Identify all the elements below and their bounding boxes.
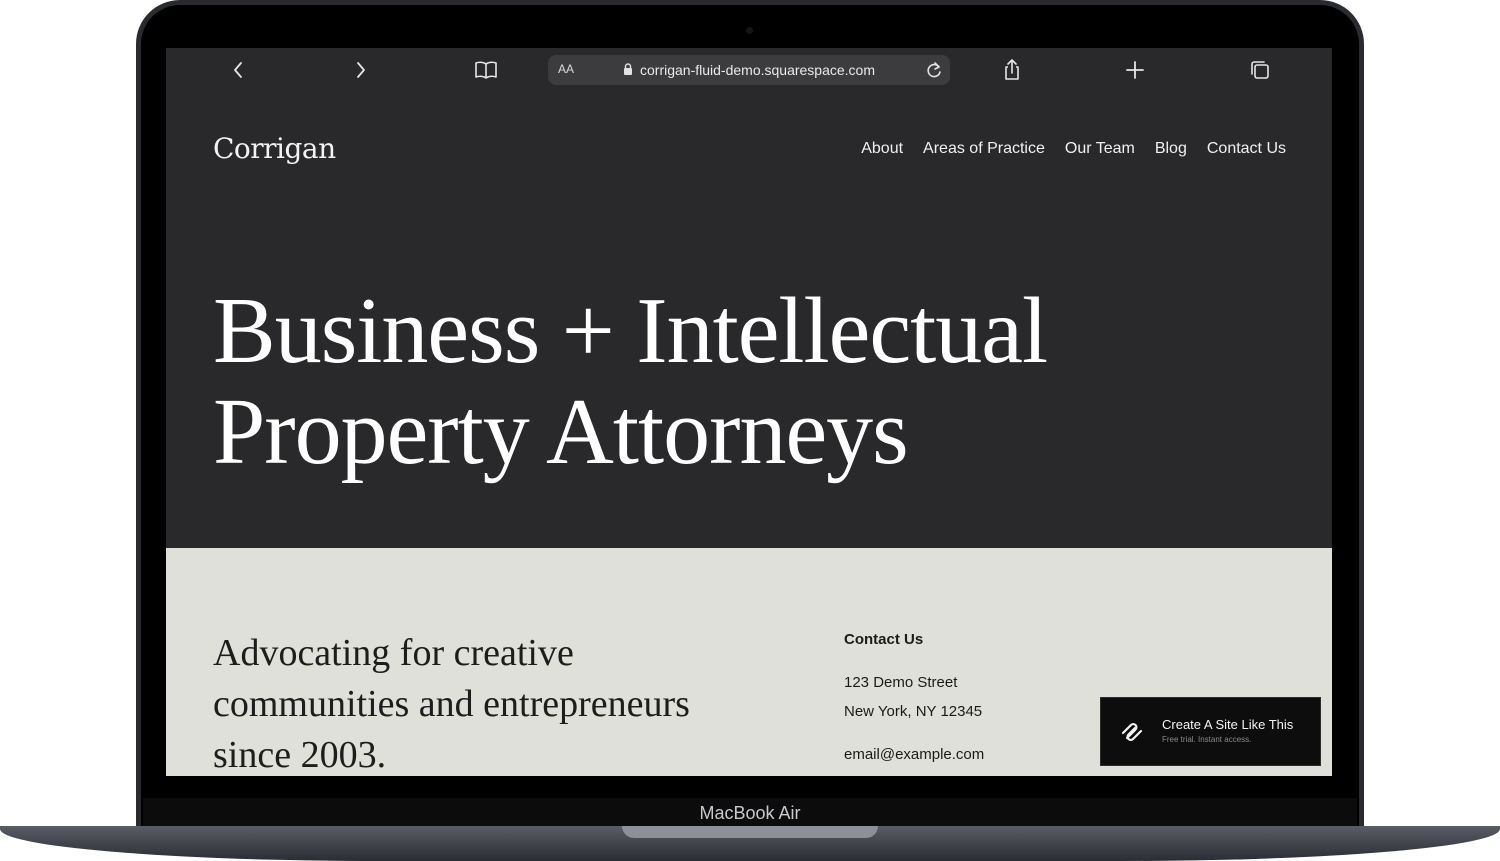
lock-icon: [622, 62, 634, 82]
squarespace-logo-icon: [1119, 720, 1145, 749]
browser-toolbar: AA corrigan-fluid-demo.squarespace.com: [166, 48, 1332, 92]
chevron-right-icon: [357, 62, 365, 78]
screen: AA corrigan-fluid-demo.squarespace.com C…: [166, 48, 1332, 776]
tagline-line-3: since 2003.: [213, 734, 387, 776]
text-size-button[interactable]: AA: [558, 62, 574, 76]
camera: [746, 27, 753, 34]
back-button[interactable]: [224, 56, 252, 84]
tagline: Advocating for creative communities and …: [213, 628, 773, 776]
hero-line-2: Property Attorneys: [213, 380, 909, 484]
share-button[interactable]: [998, 56, 1026, 84]
chevron-left-icon: [234, 62, 242, 78]
badge-subtitle: Free trial. Instant access.: [1162, 735, 1252, 744]
contact-street: 123 Demo Street: [844, 674, 958, 691]
url-text: corrigan-fluid-demo.squarespace.com: [640, 62, 875, 78]
share-icon: [1005, 59, 1019, 80]
badge-title: Create A Site Like This: [1162, 717, 1294, 732]
plus-icon: [1126, 61, 1144, 79]
nav-contact-us[interactable]: Contact Us: [1207, 140, 1286, 158]
tabs-icon: [1251, 61, 1269, 79]
reload-icon: [927, 62, 941, 78]
contact-email[interactable]: email@example.com: [844, 746, 984, 763]
nav-our-team[interactable]: Our Team: [1065, 140, 1135, 158]
site-nav: About Areas of Practice Our Team Blog Co…: [861, 140, 1286, 158]
address-bar[interactable]: AA corrigan-fluid-demo.squarespace.com: [548, 55, 950, 85]
tagline-line-1: Advocating for creative: [213, 632, 574, 674]
device-label: MacBook Air: [143, 798, 1357, 828]
nav-areas-of-practice[interactable]: Areas of Practice: [923, 140, 1045, 158]
nav-blog[interactable]: Blog: [1155, 140, 1187, 158]
contact-city: New York, NY 12345: [844, 703, 983, 720]
create-site-badge[interactable]: Create A Site Like This Free trial. Inst…: [1100, 697, 1321, 766]
laptop-notch: [622, 826, 878, 838]
reload-button[interactable]: [924, 59, 944, 86]
book-icon: [475, 61, 497, 79]
nav-about[interactable]: About: [861, 140, 903, 158]
tabs-overview-button[interactable]: [1246, 56, 1274, 84]
hero-title: Business + Intellectual Property Attorne…: [213, 281, 1193, 483]
forward-button[interactable]: [347, 56, 375, 84]
hero-line-1: Business + Intellectual: [213, 279, 1048, 383]
site-logo[interactable]: Corrigan: [213, 132, 336, 165]
contact-heading: Contact Us: [844, 631, 924, 648]
bookmarks-button[interactable]: [472, 56, 500, 84]
tagline-line-2: communities and entrepreneurs: [213, 683, 690, 725]
new-tab-button[interactable]: [1121, 56, 1149, 84]
